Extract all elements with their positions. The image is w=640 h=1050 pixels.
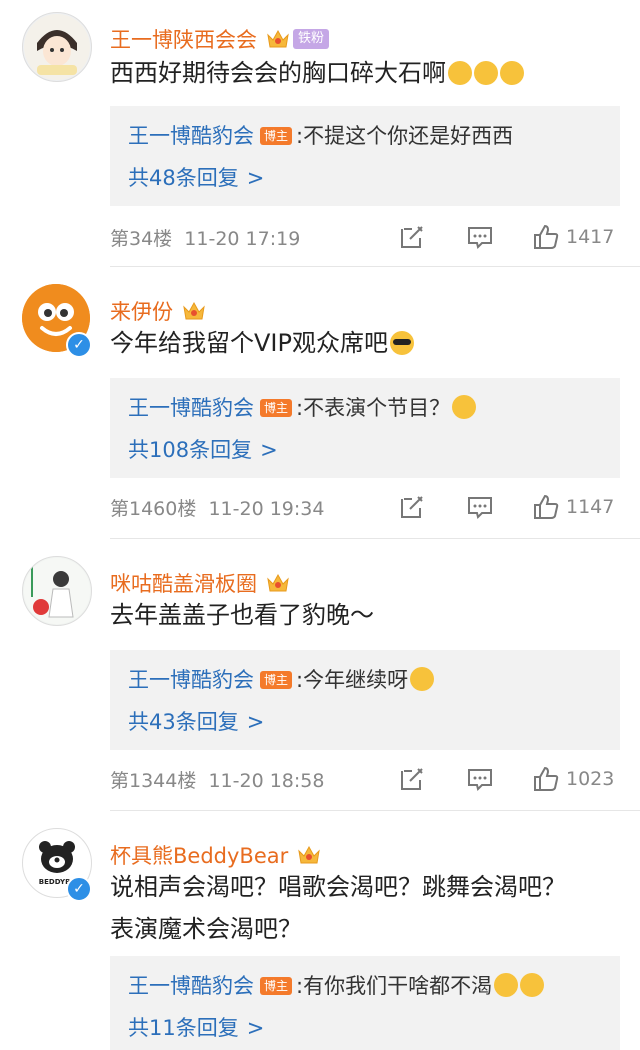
comment-button[interactable]	[466, 222, 494, 252]
share-icon	[401, 496, 423, 518]
reply-box[interactable]: 王一博酷豹会 博主:不表演个节目？ 共108条回复 >	[110, 378, 620, 478]
fan-badge: 铁粉	[293, 29, 330, 49]
smile-emoji-icon	[474, 61, 498, 85]
reply-text: :不表演个节目？	[296, 396, 451, 420]
comment-text: 去年盖盖子也看了豹晚～	[110, 601, 374, 629]
verified-icon: ✓	[66, 332, 92, 358]
view-replies-link[interactable]: 共108条回复 >	[128, 434, 278, 466]
reply-box[interactable]: 王一博酷豹会 博主:今年继续呀 共43条回复 >	[110, 650, 620, 750]
crown-icon	[267, 29, 289, 48]
floor-time: 第1344楼 11-20 18:58	[110, 770, 325, 792]
comment-icon	[468, 227, 492, 249]
like-button[interactable]: 1417	[532, 222, 614, 252]
crown-icon	[267, 573, 289, 592]
like-count: 1023	[566, 768, 615, 790]
like-icon	[534, 766, 559, 791]
chevron-right-icon: >	[246, 1016, 265, 1040]
crown-icon	[183, 301, 205, 320]
crown-icon	[298, 845, 320, 864]
divider	[110, 266, 640, 267]
smile-emoji-icon	[500, 61, 524, 85]
view-replies-link[interactable]: 共43条回复 >	[128, 706, 264, 738]
like-button[interactable]: 1023	[532, 764, 614, 794]
share-button[interactable]	[398, 222, 426, 252]
reply-author[interactable]: 王一博酷豹会	[128, 124, 254, 148]
comment-icon	[468, 769, 492, 791]
thinking-emoji-icon	[452, 395, 477, 419]
like-icon	[534, 224, 559, 249]
chevron-right-icon: >	[246, 166, 265, 190]
host-badge: 博主	[260, 127, 293, 145]
reply-text: :不提这个你还是好西西	[296, 124, 514, 148]
comment-meta: 第34楼 11-20 17:19 1417	[110, 220, 620, 256]
divider	[110, 810, 640, 811]
comment-button[interactable]	[466, 492, 494, 522]
comment-meta: 第1344楼 11-20 18:58 1023	[110, 762, 620, 798]
avatar[interactable]	[22, 12, 92, 82]
host-badge: 博主	[260, 671, 293, 689]
like-count: 1417	[566, 226, 615, 248]
reply-author[interactable]: 王一博酷豹会	[128, 668, 254, 692]
share-icon	[401, 768, 423, 790]
like-icon	[534, 494, 559, 519]
host-badge: 博主	[260, 399, 293, 417]
reply-author[interactable]: 王一博酷豹会	[128, 974, 254, 998]
floor-time: 第34楼 11-20 17:19	[110, 228, 301, 250]
like-count: 1147	[566, 496, 615, 518]
user-row: 王一博陕西会会 铁粉	[110, 22, 330, 56]
sunglasses-emoji-icon	[389, 331, 414, 355]
like-button[interactable]: 1147	[532, 492, 614, 522]
reply-box[interactable]: 王一博酷豹会 博主:不提这个你还是好西西 共48条回复 >	[110, 106, 620, 206]
comment-text: 今年给我留个VIP观众席吧	[110, 322, 414, 364]
view-replies-link[interactable]: 共48条回复 >	[128, 162, 264, 194]
smile-emoji-icon	[410, 667, 435, 691]
comment-button[interactable]	[466, 764, 494, 794]
smile-emoji-icon	[448, 61, 472, 85]
reply-text: :今年继续呀	[296, 668, 409, 692]
reply-box[interactable]: 王一博酷豹会 博主:有你我们干啥都不渴 共11条回复 >	[110, 956, 620, 1050]
share-icon	[401, 226, 423, 248]
reply-line: 王一博酷豹会 博主:不表演个节目？	[128, 392, 477, 424]
reply-line: 王一博酷豹会 博主:有你我们干啥都不渴	[128, 970, 545, 1002]
floor-time: 第1460楼 11-20 19:34	[110, 498, 325, 520]
verified-icon: ✓	[66, 876, 92, 902]
reply-author[interactable]: 王一博酷豹会	[128, 396, 254, 420]
laughing-emoji-icon	[520, 973, 545, 997]
chevron-right-icon: >	[246, 710, 265, 734]
comment-text: 西西好期待会会的胸口碎大石啊	[110, 52, 524, 94]
reply-text: :有你我们干啥都不渴	[296, 974, 493, 998]
reply-line: 王一博酷豹会 博主:不提这个你还是好西西	[128, 120, 513, 152]
reply-line: 王一博酷豹会 博主:今年继续呀	[128, 664, 435, 696]
comment-text: 说相声会渴吧？唱歌会渴吧？跳舞会渴吧？ 表演魔术会渴吧？	[110, 873, 566, 943]
host-badge: 博主	[260, 977, 293, 995]
share-button[interactable]	[398, 492, 426, 522]
chevron-right-icon: >	[260, 438, 278, 462]
share-button[interactable]	[398, 764, 426, 794]
laughing-emoji-icon	[494, 973, 519, 997]
divider	[110, 538, 640, 539]
comment-icon	[468, 497, 492, 519]
username[interactable]: 王一博陕西会会	[110, 24, 257, 54]
comment-meta: 第1460楼 11-20 19:34 1147	[110, 490, 620, 526]
avatar[interactable]	[22, 556, 92, 626]
view-replies-link[interactable]: 共11条回复 >	[128, 1012, 264, 1044]
